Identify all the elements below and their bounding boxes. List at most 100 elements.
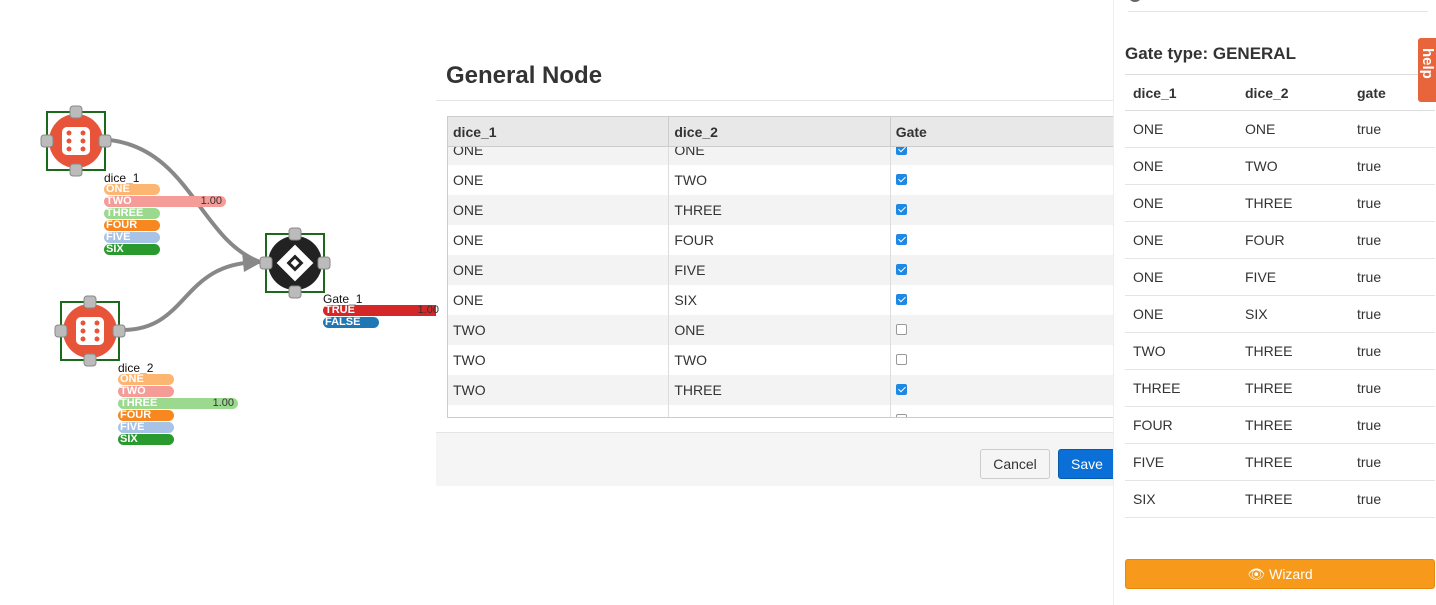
table-cell: true [1349,258,1435,296]
table-body: ONE ONE true ONE TWO true ONE THREE true ONE FOUR t… [1125,110,1435,518]
state-bar[interactable]: FIVE [118,422,174,433]
connector-handle[interactable] [288,227,302,241]
connector-handle[interactable] [54,324,68,338]
gate-checkbox[interactable] [895,414,907,417]
grid-header: dice_1 dice_2 Gate [448,117,1115,147]
grid-cell-dice1: TWO [448,375,670,405]
connector-handle[interactable] [98,134,112,148]
gate-1-label: Gate_1 [323,292,363,306]
grid-cell-dice1 [448,405,670,417]
state-probability: 1.00 [417,305,439,316]
table-cell: FIVE [1237,258,1349,296]
connector-handle[interactable] [40,134,54,148]
connector-handle[interactable] [83,295,97,309]
wizard-button[interactable]: 👁︎ Wizard [1125,559,1435,589]
grid-header-dice2[interactable]: dice_2 [669,117,891,147]
table-cell: THREE [1237,332,1349,370]
grid-row[interactable]: ONE FIVE [448,255,1115,285]
grid-row[interactable]: ONE ONE [448,147,1115,165]
grid-cell-dice1: ONE [448,165,670,195]
connector-handle[interactable] [259,256,273,270]
grid-cell-dice2: THREE [669,375,891,405]
state-bar[interactable]: TRUE 1.00 [323,305,443,316]
table-cell: TWO [1125,332,1237,370]
connector-handle[interactable] [83,353,97,367]
graph-edges [40,105,331,367]
state-bar[interactable]: TWO 1.00 [104,196,226,207]
grid-row[interactable]: TWO TWO [448,345,1115,375]
table-cell: THREE [1125,369,1237,407]
save-button[interactable]: Save [1058,449,1116,479]
table-cell: true [1349,369,1435,407]
connector-handle[interactable] [112,324,126,338]
table-cell: ONE [1125,110,1237,148]
grid-row[interactable]: ONE THREE [448,195,1115,225]
grid-cell-dice1: ONE [448,225,670,255]
state-label: ONE [106,184,130,195]
connector-handle[interactable] [69,105,83,119]
state-bar[interactable]: FALSE [323,317,379,328]
grid-cell-dice2: TWO [669,165,891,195]
table-cell: true [1349,147,1435,185]
grid-row[interactable]: TWO THREE [448,375,1115,405]
state-bar[interactable]: ONE [104,184,160,195]
table-cell: THREE [1237,406,1349,444]
gate-checkbox[interactable] [895,294,907,305]
grid-row[interactable]: ONE SIX [448,285,1115,315]
table-cell: true [1349,443,1435,481]
grid-body[interactable]: ONE ONE ONE TWO ONE THREE ONE FOUR ONE FIVE ONE SIX… [448,147,1115,417]
grid-row[interactable]: ONE FOUR [448,225,1115,255]
gate-checkbox[interactable] [895,204,907,215]
gate-checkbox[interactable] [895,234,907,245]
state-bar[interactable]: FOUR [118,410,174,421]
wizard-label: Wizard [1269,565,1313,582]
gate-checkbox[interactable] [895,264,907,275]
help-tab[interactable]: help [1418,38,1436,102]
gate-checkbox[interactable] [895,354,907,365]
state-bar[interactable]: THREE 1.00 [118,398,238,409]
gate-checkbox[interactable] [895,324,907,335]
dialog-header-divider [436,100,1116,101]
grid-cell-dice1: TWO [448,345,670,375]
table-cell: true [1349,332,1435,370]
connector-handle[interactable] [317,256,331,270]
grid-cell-dice2: ONE [669,147,891,165]
grid-row[interactable]: TWO ONE [448,315,1115,345]
gate-node[interactable] [259,227,331,299]
grid-header-gate[interactable]: Gate [891,117,1115,147]
table-cell: true [1349,406,1435,444]
connector-handle[interactable] [69,163,83,177]
grid-row[interactable]: ONE TWO [448,165,1115,195]
table-cell: ONE [1237,110,1349,148]
connector-handle[interactable] [288,285,302,299]
dice-2-node[interactable] [54,295,126,367]
state-bar[interactable]: TWO [118,386,174,397]
grid-cell-dice2: TWO [669,345,891,375]
grid-header-dice1[interactable]: dice_1 [448,117,670,147]
state-bar[interactable]: SIX [104,244,160,255]
gate-checkbox[interactable] [895,174,907,185]
state-bar[interactable]: FIVE [104,232,160,243]
state-bar[interactable]: THREE [104,208,160,219]
table-cell: FIVE [1125,443,1237,481]
truth-table-grid[interactable]: dice_1 dice_2 Gate ONE ONE ONE TWO ONE THREE O… [447,116,1116,418]
state-label: SIX [106,244,124,255]
state-label: TRUE [325,305,355,316]
state-bar[interactable]: FOUR [104,220,160,231]
graph-canvas[interactable]: dice_1 ONE TWO 1.00 THREE FOUR FIVE SIX dice_2… [0,0,443,605]
state-bar[interactable]: SIX [118,434,174,445]
state-label: THREE [120,398,158,409]
cancel-button[interactable]: Cancel [980,449,1050,479]
dice-1-node[interactable] [40,105,112,177]
gate-checkbox[interactable] [895,384,907,395]
gate-checkbox[interactable] [895,147,907,155]
grid-cell-dice2 [669,405,891,417]
gate-type-heading: Gate type: GENERAL [1125,44,1296,63]
table-cell: FOUR [1125,406,1237,444]
table-cell: true [1349,295,1435,333]
table-header-dice1: dice_1 [1125,74,1237,111]
table-cell: true [1349,184,1435,222]
table-cell: ONE [1125,258,1237,296]
grid-row[interactable] [448,405,1115,417]
state-bar[interactable]: ONE [118,374,174,385]
